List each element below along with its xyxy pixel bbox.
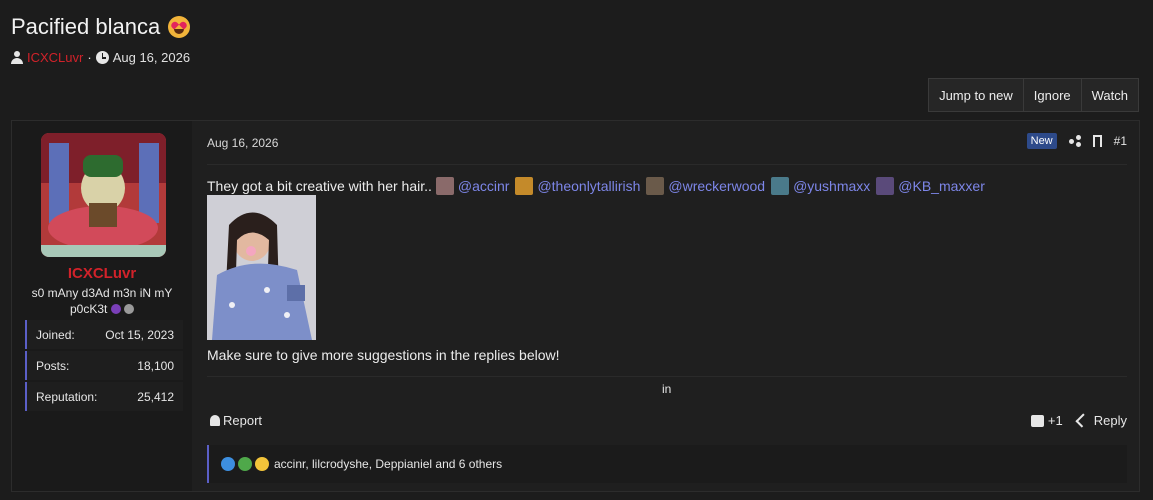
stat-label: Reputation: [36,389,98,404]
report-label: Report [223,413,263,428]
thread-date[interactable]: Aug 16, 2026 [113,50,190,65]
reply-button[interactable]: Reply [1075,413,1127,428]
reply-label: Reply [1093,413,1127,428]
clock-icon [95,51,109,64]
stat-label: Joined: [36,327,75,342]
mention-link[interactable]: @yushmaxx [771,177,870,195]
stat-value: Oct 15, 2023 [105,327,174,342]
mention-text: @KB_maxxer [898,178,985,194]
post-body-text: They got a bit creative with her hair.. [207,178,432,194]
thread-author-link[interactable]: ICXCLuvr [27,50,83,65]
post-date[interactable]: Aug 16, 2026 [207,136,278,150]
stat-label: Posts: [36,358,70,373]
reactions-summary[interactable]: accinr, lilcrodyshe, Deppianiel and 6 ot… [274,457,502,471]
post: ICXCLuvr s0 mAny d3Ad m3n iN mY p0cK3t J… [11,120,1140,492]
reactions-bar[interactable]: accinr, lilcrodyshe, Deppianiel and 6 ot… [207,445,1127,483]
user-title: s0 mAny d3Ad m3n iN mY p0cK3t [22,285,182,317]
reply-arrow-icon [1075,413,1090,428]
post-body: They got a bit creative with her hair.. … [207,177,987,195]
devil-emoji-icon [110,304,121,314]
post-divider [207,164,1127,165]
stat-posts: Posts: 18,100 [25,351,183,380]
sick-reaction-icon [238,457,252,471]
stat-reputation: Reputation: 25,412 [25,382,183,411]
avatar[interactable] [41,133,166,257]
moai-emoji-icon [124,304,135,314]
ignore-button[interactable]: Ignore [1022,79,1081,111]
mention-link[interactable]: @theonlytallirish [515,177,640,195]
mention-avatar [876,177,895,195]
mention-text: @theonlytallirish [537,178,641,194]
jump-to-new-button[interactable]: Jump to new [929,79,1023,111]
stat-value: 25,412 [137,389,174,404]
share-icon[interactable] [1068,135,1081,147]
user-stats: Joined: Oct 15, 2023 Posts: 18,100 Reput… [25,320,183,413]
like-button[interactable]: +1 [1030,413,1063,428]
stat-joined: Joined: Oct 15, 2023 [25,320,183,349]
post-image[interactable] [207,195,316,340]
mention-text: @accinr [457,178,510,194]
meta-separator: · [87,50,92,65]
post-user-panel: ICXCLuvr s0 mAny d3Ad m3n iN mY p0cK3t J… [12,121,192,491]
stat-value: 18,100 [137,358,174,373]
bookmark-icon[interactable] [1092,135,1102,147]
post-footer-text: Make sure to give more suggestions in th… [207,347,560,363]
thread-title-text: Pacified blanca [11,14,161,39]
post-react-actions: +1 Reply [1030,413,1127,428]
like-count: +1 [1047,413,1063,428]
new-badge: New [1026,133,1057,149]
watch-button[interactable]: Watch [1080,79,1138,111]
report-link[interactable]: Report [210,413,262,428]
mention-text: @wreckerwood [668,178,766,194]
thread-meta: ICXCLuvr · Aug 16, 2026 [11,50,190,65]
mention-avatar [646,177,665,195]
mention-link[interactable]: @wreckerwood [646,177,765,195]
post-tools: New #1 [1026,133,1127,149]
laugh-reaction-icon [255,457,269,471]
post-message: Aug 16, 2026 New #1 They got a bit creat… [207,121,1139,491]
post-number[interactable]: #1 [1114,134,1127,148]
user-icon [11,51,23,64]
heart-eyes-emoji-icon [168,16,191,38]
user-title-text: s0 mAny d3Ad m3n iN mY p0cK3t [31,286,173,316]
mention-text: @yushmaxx [793,178,871,194]
like-reaction-icon [221,457,235,471]
mention-avatar [515,177,534,195]
signature-text: in [662,382,672,396]
thumbs-up-icon [1030,414,1044,427]
post-username[interactable]: ICXCLuvr [12,265,192,282]
bell-icon [210,415,220,426]
mention-link[interactable]: @accinr [435,177,510,195]
thread-actions: Jump to new Ignore Watch [928,78,1139,112]
mention-avatar [435,177,454,195]
mention-avatar [771,177,790,195]
signature-divider [207,376,1127,377]
thread-title: Pacified blanca [11,14,191,40]
mention-link[interactable]: @KB_maxxer [876,177,985,195]
